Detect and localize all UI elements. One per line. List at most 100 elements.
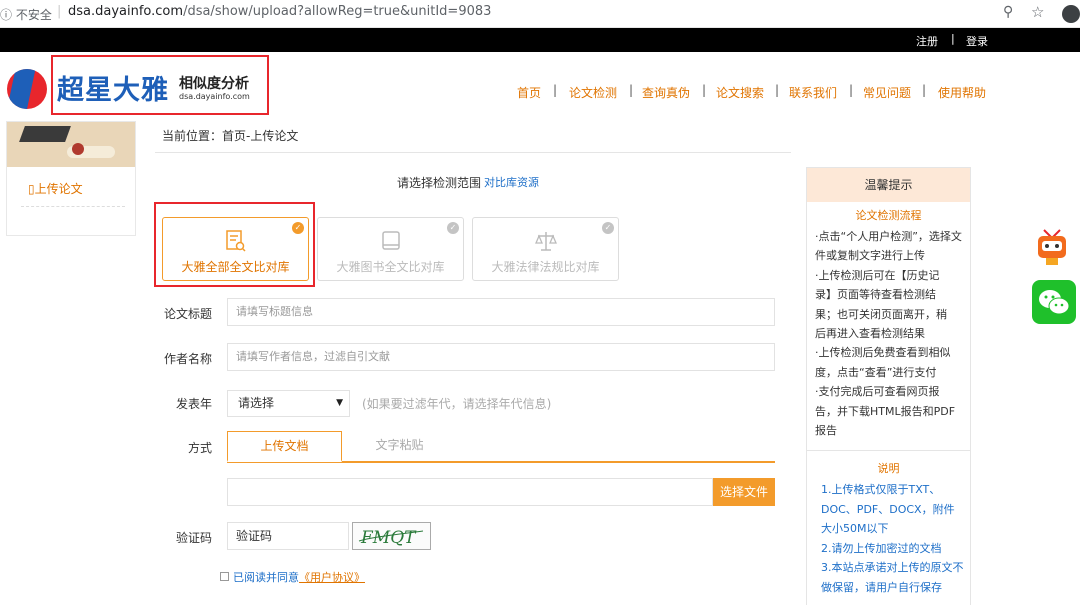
nav-item-verify[interactable]: 查询真伪 [642, 84, 690, 101]
check-icon: ✓ [602, 222, 614, 234]
process-line: 录】页面等待查看检测结 [815, 288, 936, 302]
note-line: 3.本站点承诺对上传的原文不 [821, 561, 964, 575]
process-title: 论文检测流程 [855, 209, 922, 222]
topbar-separator: | [951, 32, 955, 45]
note-line: 做保留，请用户自行保存 [821, 580, 942, 594]
captcha-glyphs: FMQT [358, 528, 424, 548]
nav-item-faq[interactable]: 常见问题 [863, 84, 911, 101]
note-line: 1.上传格式仅限于TXT、 [821, 483, 941, 496]
nav-separator: | [775, 83, 780, 97]
security-indicator[interactable]: ⓘ 不安全 [0, 6, 52, 23]
login-link[interactable]: 登录 [966, 33, 988, 49]
wechat-icon[interactable] [1032, 280, 1076, 324]
note-title: 说明 [877, 462, 900, 475]
breadcrumb: 当前位置：首页-上传论文 [162, 129, 299, 143]
check-icon: ✓ [447, 222, 459, 234]
tips-title: 温馨提示 [807, 168, 970, 202]
url-path: /dsa/show/upload?allowReg=true&unitId=90… [183, 4, 492, 19]
library-card-full[interactable]: 大雅全部全文比对库 ✓ [162, 217, 309, 281]
account-avatar-icon[interactable] [1062, 5, 1080, 23]
url-field[interactable]: dsa.dayainfo.com/dsa/show/upload?allowRe… [68, 4, 491, 19]
graduation-banner-image [7, 122, 135, 167]
process-line: ·上传检测后免费查看到相似 [815, 346, 951, 360]
year-select[interactable]: 请选择 ▼ [227, 390, 350, 417]
logo-subtitle: 相似度分析 [179, 76, 249, 92]
process-line: ·支付完成后可查看网页报 [815, 385, 940, 399]
title-input[interactable]: 请填写标题信息 [227, 298, 775, 326]
library-card-label: 大雅法律法规比对库 [491, 260, 600, 274]
nav-separator: | [553, 83, 558, 97]
agree-checkbox[interactable] [220, 572, 229, 581]
register-link[interactable]: 注册 [916, 33, 938, 49]
process-line: ·点击“个人用户检测”，选择文 [815, 230, 962, 243]
bookmark-star-icon[interactable]: ☆ [1031, 3, 1044, 21]
author-label: 作者名称 [164, 352, 213, 366]
sidebar-divider [21, 206, 125, 207]
compare-library-link[interactable]: 对比库资源 [484, 174, 539, 190]
dropdown-arrow-icon: ▼ [336, 398, 343, 408]
author-input[interactable]: 请填写作者信息，过滤自引文献 [227, 343, 775, 371]
library-card-books[interactable]: 大雅图书全文比对库 ✓ [317, 217, 464, 281]
library-card-law[interactable]: 大雅法律法规比对库 ✓ [472, 217, 619, 281]
tab-upload-document[interactable]: 上传文档 [227, 431, 342, 462]
address-divider: | [57, 4, 62, 19]
agree-text: 已阅读并同意《用户协议》 [233, 569, 365, 585]
tab-paste-text[interactable]: 文字粘贴 [342, 431, 457, 462]
process-line: ·上传检测后可在【历史记 [815, 268, 940, 282]
choose-file-button[interactable]: 选择文件 [713, 478, 775, 506]
logo-icon[interactable] [7, 69, 47, 109]
nav-separator: | [849, 83, 854, 97]
process-line: 告，并下载HTML报告和PDF [815, 404, 956, 418]
nav-item-check[interactable]: 论文检测 [569, 84, 617, 101]
process-steps: ·点击“个人用户检测”，选择文 件或复制文字进行上传 ·上传检测后可在【历史记 … [815, 227, 967, 440]
year-select-value: 请选择 [238, 396, 275, 410]
process-line: 报告 [815, 424, 837, 438]
process-line: 度，点击“查看”进行支付 [815, 365, 937, 379]
check-icon: ✓ [292, 222, 304, 234]
method-label: 方式 [188, 441, 213, 455]
user-agreement-link[interactable]: 《用户协议》 [299, 571, 365, 584]
nav-separator: | [702, 83, 707, 97]
tips-divider [807, 450, 970, 451]
book-icon [382, 231, 400, 250]
sidebar-item-label: 上传论文 [34, 182, 83, 196]
nav-item-home[interactable]: 首页 [517, 84, 541, 101]
nav-item-help[interactable]: 使用帮助 [938, 84, 986, 101]
year-label: 发表年 [176, 397, 213, 411]
breadcrumb-divider [155, 152, 791, 153]
nav-separator: | [629, 83, 634, 97]
captcha-label: 验证码 [176, 531, 213, 545]
captcha-input[interactable]: 验证码 [227, 522, 349, 550]
note-line: 大小50M以下 [821, 522, 889, 536]
nav-item-contact[interactable]: 联系我们 [789, 84, 837, 101]
agree-label: 已阅读并同意 [233, 571, 299, 584]
file-path-field[interactable] [227, 478, 713, 506]
left-sidebar: ▯上传论文 [6, 121, 136, 236]
captcha-image[interactable]: FMQT [352, 522, 431, 550]
browser-address-bar: ⓘ 不安全 | dsa.dayainfo.com/dsa/show/upload… [0, 0, 1080, 28]
svg-text:FMQT: FMQT [360, 528, 417, 548]
nav-item-search[interactable]: 论文搜索 [716, 84, 764, 101]
process-line: 果；也可关闭页面离开，稍 [815, 307, 947, 321]
library-card-label: 大雅全部全文比对库 [181, 260, 290, 274]
mascot-icon[interactable] [1032, 224, 1072, 268]
document-search-icon [226, 230, 246, 252]
zoom-icon[interactable]: ⚲ [1003, 4, 1013, 20]
year-hint: (如果要过滤年代，请选择年代信息) [362, 397, 552, 411]
process-line: 后再进入查看检测结果 [815, 327, 925, 341]
note-lines: 1.上传格式仅限于TXT、 DOC、PDF、DOCX，附件 大小50M以下 2.… [821, 480, 969, 598]
document-icon: ▯ [28, 182, 35, 196]
logo-domain: dsa.dayainfo.com [179, 92, 250, 101]
process-line: 件或复制文字进行上传 [815, 249, 925, 263]
logo-name[interactable]: 超星大雅 [57, 68, 169, 107]
sidebar-item-upload[interactable]: ▯上传论文 [28, 180, 83, 197]
note-line: DOC、PDF、DOCX，附件 [821, 502, 955, 516]
nav-separator: | [922, 83, 927, 97]
note-line: 2.请勿上传加密过的文档 [821, 541, 942, 555]
range-label: 请选择检测范围 [397, 176, 482, 190]
url-host: dsa.dayainfo.com [68, 4, 184, 19]
tips-panel: 温馨提示 论文检测流程 ·点击“个人用户检测”，选择文 件或复制文字进行上传 ·… [806, 167, 971, 605]
scales-icon [535, 232, 557, 251]
library-card-label: 大雅图书全文比对库 [336, 260, 445, 274]
top-user-bar: 注册 | 登录 [0, 28, 1080, 52]
